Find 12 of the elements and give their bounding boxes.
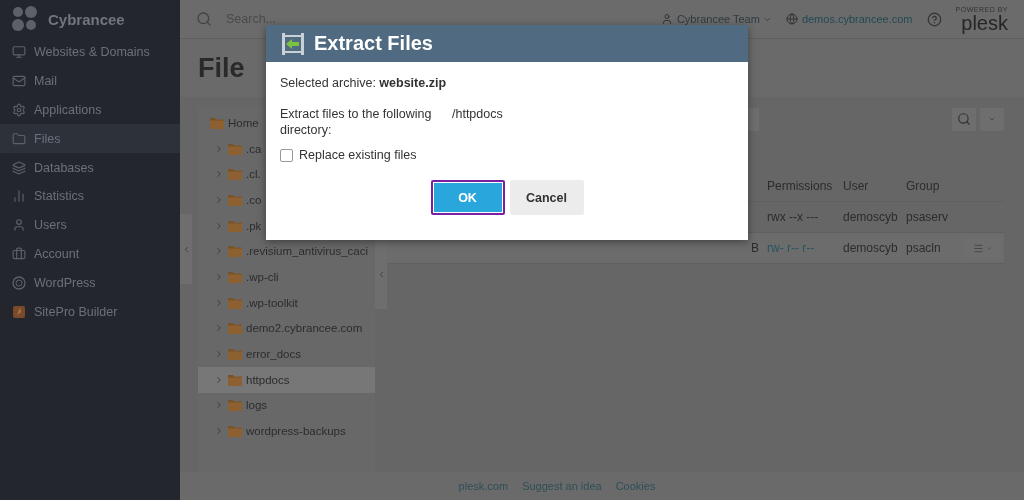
brand-name: Cybrancee [48,10,125,28]
dialog-title: Extract Files [314,32,433,55]
directory-value: /httpdocs [452,106,504,123]
table-cell-text: demoscyb [843,241,899,255]
table-cell-text: psacln [906,241,942,255]
table-cell-text: demoscyb [843,210,899,224]
page-title: File [198,52,245,84]
replace-label: Replace existing files [299,148,417,162]
table-cell-text: psaserv [906,210,950,224]
table-cell-text: B [750,241,760,255]
directory-label: Extract files to the following directory: [280,106,433,138]
selected-archive-text: Selected archive: website.zip [280,76,448,90]
